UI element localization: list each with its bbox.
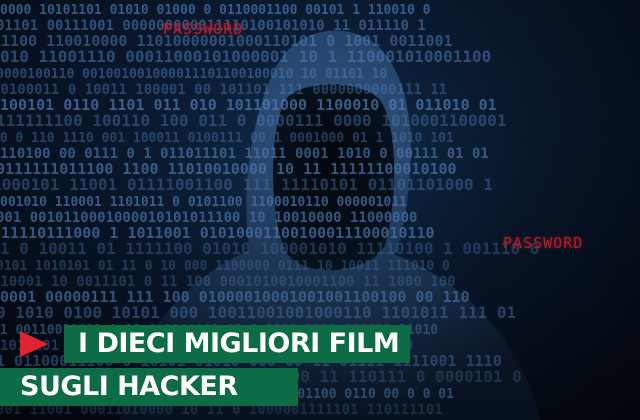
password-overlay-text-right: PASSWORD [503, 234, 584, 252]
password-overlay-text-top: PASSWORD [163, 20, 244, 38]
play-triangle-icon [20, 331, 48, 357]
headline-line-1: I DIECI MIGLIORI FILM [64, 325, 410, 363]
headline-line-2: SUGLI HACKER [0, 368, 298, 406]
hero-image: 0000 10101101 01010 01000 0 0110001100 0… [0, 0, 640, 420]
